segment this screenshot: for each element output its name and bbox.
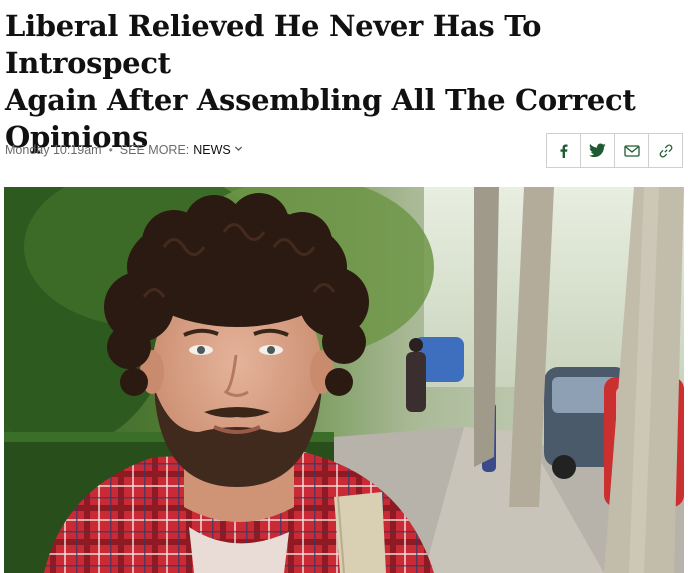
link-icon — [659, 144, 672, 157]
meta-separator: • — [108, 143, 113, 157]
headline-line-2: Again After Assembling All The Correct — [5, 83, 636, 117]
chevron-down-icon[interactable] — [234, 144, 243, 156]
article-meta: Monday 10:19am • SEE MORE: NEWS — [5, 140, 243, 160]
twitter-icon — [589, 143, 606, 158]
email-share-button[interactable] — [614, 133, 649, 168]
twitter-share-button[interactable] — [580, 133, 615, 168]
article-photo-illustration — [4, 187, 684, 573]
article-photo — [4, 187, 684, 573]
section-link[interactable]: NEWS — [193, 143, 231, 157]
see-more-label: SEE MORE: — [119, 143, 190, 157]
share-bar — [546, 133, 683, 168]
email-icon — [623, 144, 640, 157]
copy-link-button[interactable] — [648, 133, 683, 168]
facebook-share-button[interactable] — [546, 133, 581, 168]
facebook-icon — [560, 144, 567, 158]
timestamp: Monday 10:19am — [5, 143, 102, 157]
headline-line-1: Liberal Relieved He Never Has To Introsp… — [5, 9, 542, 80]
